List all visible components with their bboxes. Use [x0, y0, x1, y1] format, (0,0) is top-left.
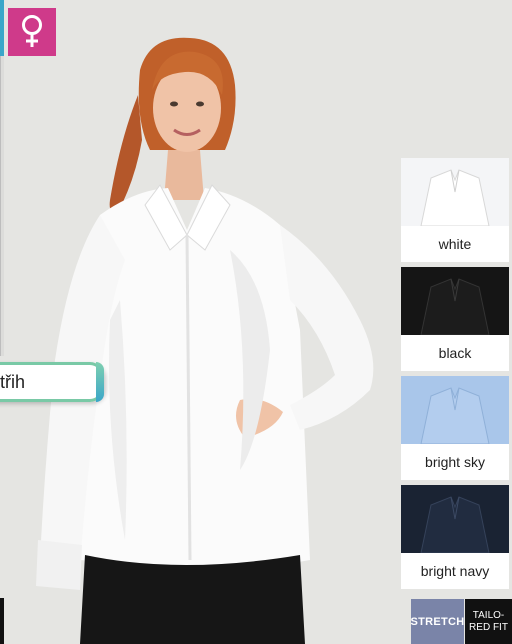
- cut-label-text: třih: [0, 371, 26, 392]
- color-swatch-list: white black bright sky bright navy: [401, 158, 509, 594]
- swatch-bright-navy-image: [401, 485, 509, 553]
- stretch-badge-text: STRETCH: [410, 615, 465, 628]
- tailored-fit-line-1: TAILO-: [472, 609, 505, 621]
- tailored-fit-badge: TAILO- RED FIT: [465, 599, 512, 644]
- swatch-black-image: [401, 267, 509, 335]
- swatch-black[interactable]: black: [401, 267, 509, 371]
- stretch-badge: STRETCH: [410, 599, 465, 644]
- tailored-fit-line-2: RED FIT: [469, 621, 508, 633]
- edge-accent-top: [0, 0, 4, 56]
- swatch-bright-navy[interactable]: bright navy: [401, 485, 509, 589]
- gender-badge: [8, 8, 56, 56]
- swatch-label: black: [438, 345, 472, 361]
- swatch-label: bright sky: [425, 454, 485, 470]
- swatch-bright-sky-image: [401, 376, 509, 444]
- swatch-label: white: [438, 236, 472, 252]
- female-symbol-icon: [22, 15, 42, 47]
- swatch-white-image: [401, 158, 509, 226]
- swatch-label: bright navy: [420, 563, 490, 579]
- swatch-bright-sky[interactable]: bright sky: [401, 376, 509, 480]
- edge-accent-bottom: [0, 598, 4, 644]
- cut-label-pill[interactable]: třih: [0, 362, 104, 402]
- swatch-white[interactable]: white: [401, 158, 509, 262]
- edge-divider: [0, 56, 4, 356]
